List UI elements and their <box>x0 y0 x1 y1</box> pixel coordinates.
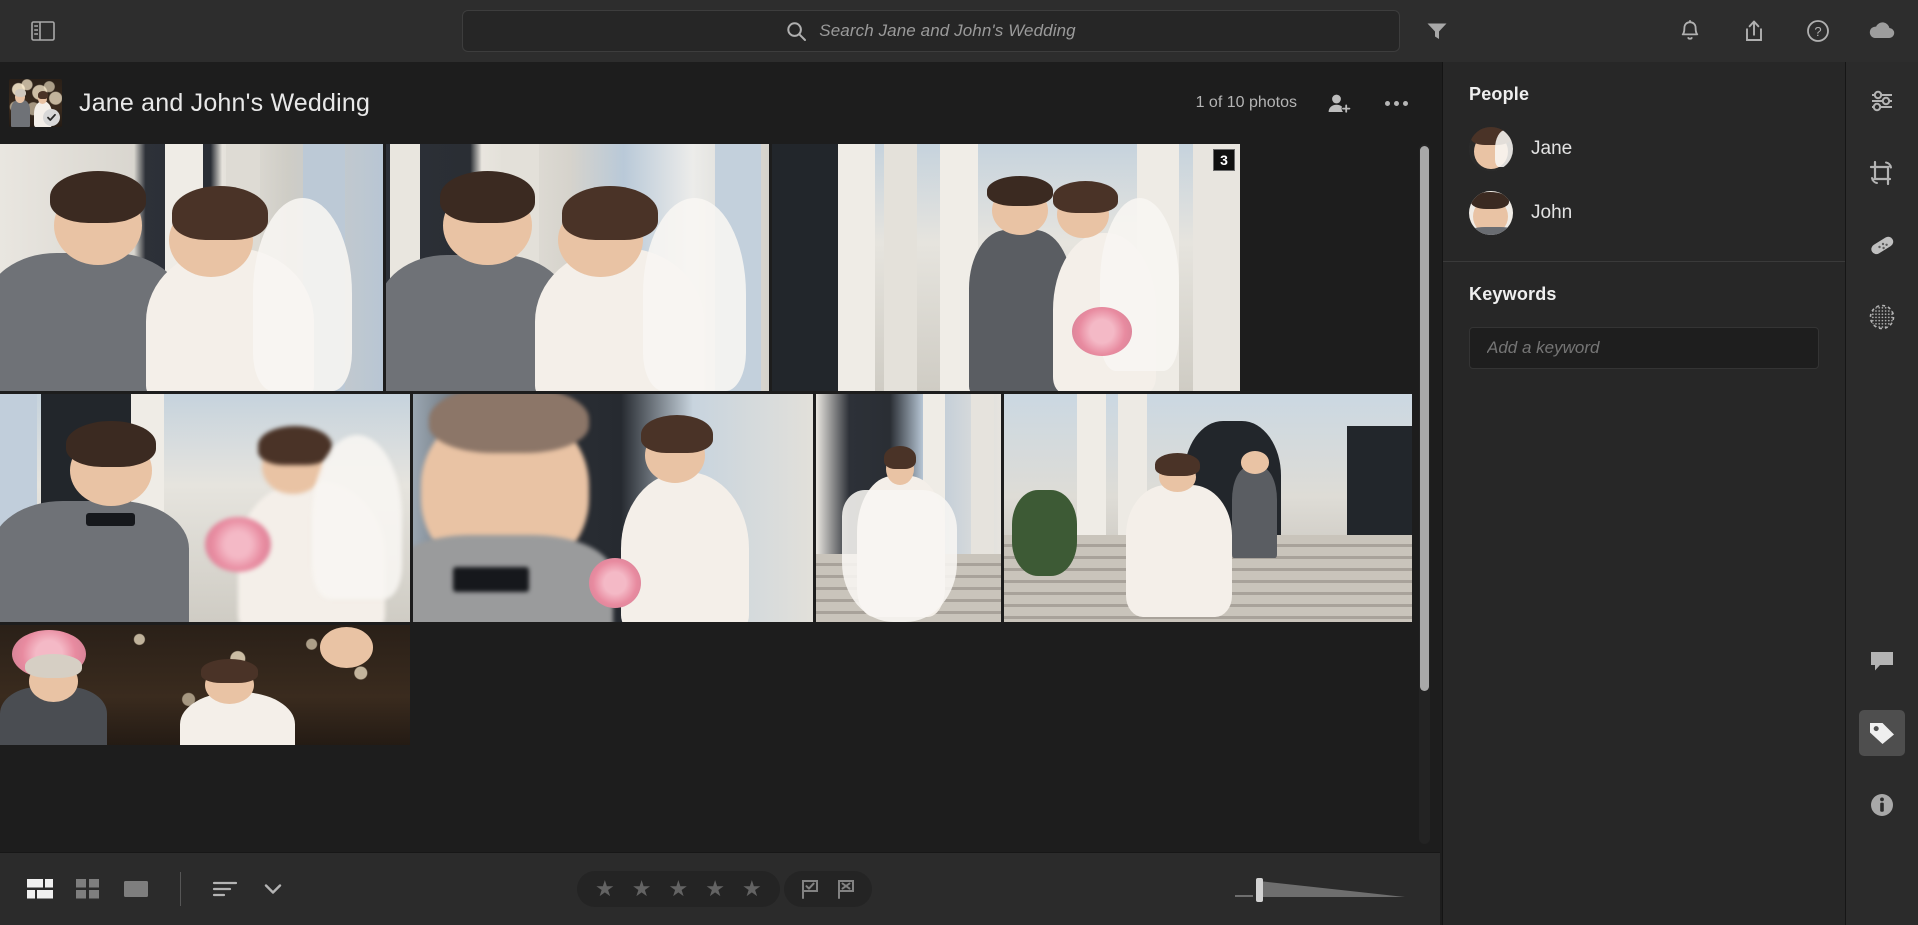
album-title: Jane and John's Wedding <box>79 89 370 118</box>
rating-and-flags: ★ ★ ★ ★ ★ <box>577 871 872 907</box>
search-container: Search Jane and John's Wedding <box>462 10 1400 52</box>
person-name: John <box>1531 202 1572 224</box>
photo-grid[interactable]: 3 <box>0 144 1440 852</box>
filter-icon[interactable] <box>1420 14 1454 48</box>
photo-count-label: 1 of 10 photos <box>1196 94 1297 112</box>
sort-chevron-down-icon[interactable] <box>253 871 293 907</box>
star-icon[interactable]: ★ <box>705 878 725 900</box>
masonry-view-button[interactable] <box>20 871 60 907</box>
detail-view-button[interactable] <box>116 871 156 907</box>
top-toolbar: Search Jane and John's Wedding <box>0 0 1918 62</box>
avatar-jane <box>1469 127 1513 171</box>
help-icon[interactable]: ? <box>1802 15 1834 47</box>
people-section-title: People <box>1469 84 1819 105</box>
grid-row <box>0 394 1440 622</box>
star-icon[interactable]: ★ <box>595 878 615 900</box>
keywords-section-title: Keywords <box>1469 284 1819 305</box>
cloud-sync-icon[interactable] <box>1866 15 1898 47</box>
share-icon[interactable] <box>1738 15 1770 47</box>
grid-row <box>0 625 1440 745</box>
thumbnail-size-slider[interactable] <box>1235 874 1405 904</box>
keywords-tag-icon[interactable] <box>1859 710 1905 756</box>
avatar-john <box>1469 191 1513 235</box>
photo-thumbnail[interactable] <box>816 394 1001 622</box>
healing-brush-icon[interactable] <box>1859 222 1905 268</box>
keywords-section: Keywords <box>1443 262 1845 369</box>
flag-reject-icon[interactable] <box>835 878 857 900</box>
slider-handle[interactable] <box>1256 878 1263 902</box>
album-header-actions: 1 of 10 photos <box>1196 62 1412 144</box>
photo-thumbnail-selected[interactable] <box>413 394 813 622</box>
search-input[interactable]: Search Jane and John's Wedding <box>462 10 1400 52</box>
photo-thumbnail[interactable] <box>0 625 410 745</box>
album-header: Jane and John's Wedding 1 of 10 photos <box>0 62 1440 144</box>
toolbar-divider <box>180 872 181 906</box>
photo-thumbnail[interactable] <box>0 144 383 391</box>
album-cover-thumbnail[interactable] <box>9 79 62 127</box>
photo-stack-count-badge: 3 <box>1213 149 1235 171</box>
search-icon <box>786 21 807 42</box>
notifications-icon[interactable] <box>1674 15 1706 47</box>
add-person-icon[interactable] <box>1323 87 1355 119</box>
person-item-john[interactable]: John <box>1469 191 1819 235</box>
person-item-jane[interactable]: Jane <box>1469 127 1819 171</box>
photo-thumbnail[interactable] <box>0 394 410 622</box>
flag-control[interactable] <box>784 871 872 907</box>
slider-track-wedge <box>1259 881 1405 897</box>
keyword-input[interactable] <box>1469 327 1819 369</box>
view-mode-group <box>20 871 293 907</box>
right-tool-rail <box>1845 62 1918 925</box>
svg-text:?: ? <box>1814 24 1821 39</box>
album-more-options-icon[interactable] <box>1381 101 1412 106</box>
flag-pick-icon[interactable] <box>799 878 821 900</box>
star-icon[interactable]: ★ <box>632 878 652 900</box>
star-icon[interactable]: ★ <box>742 878 762 900</box>
slider-min-tick <box>1235 895 1253 897</box>
masking-icon[interactable] <box>1859 294 1905 340</box>
star-rating-control[interactable]: ★ ★ ★ ★ ★ <box>577 871 780 907</box>
crop-icon[interactable] <box>1859 150 1905 196</box>
edit-sliders-icon[interactable] <box>1859 78 1905 124</box>
topbar-actions: ? <box>1674 0 1898 62</box>
right-info-panel: People Jane <box>1442 62 1845 925</box>
grid-scrollbar-thumb[interactable] <box>1420 146 1429 691</box>
info-icon[interactable] <box>1859 782 1905 828</box>
photo-thumbnail[interactable] <box>1004 394 1412 622</box>
photo-thumbnail[interactable]: 3 <box>772 144 1240 391</box>
left-panel-toggle-icon[interactable] <box>26 16 60 46</box>
sort-icon[interactable] <box>205 871 245 907</box>
comments-icon[interactable] <box>1859 638 1905 684</box>
bottom-toolbar: ★ ★ ★ ★ ★ <box>0 852 1440 925</box>
star-icon[interactable]: ★ <box>668 878 688 900</box>
grid-row: 3 <box>0 144 1440 391</box>
search-placeholder-text: Search Jane and John's Wedding <box>819 21 1075 41</box>
people-section: People Jane <box>1443 62 1845 235</box>
album-shared-check-icon <box>43 109 60 126</box>
photo-thumbnail[interactable] <box>386 144 769 391</box>
person-name: Jane <box>1531 138 1572 160</box>
lightroom-window: Search Jane and John's Wedding <box>0 0 1918 925</box>
grid-view-button[interactable] <box>68 871 108 907</box>
grid-scrollbar[interactable] <box>1419 144 1430 844</box>
